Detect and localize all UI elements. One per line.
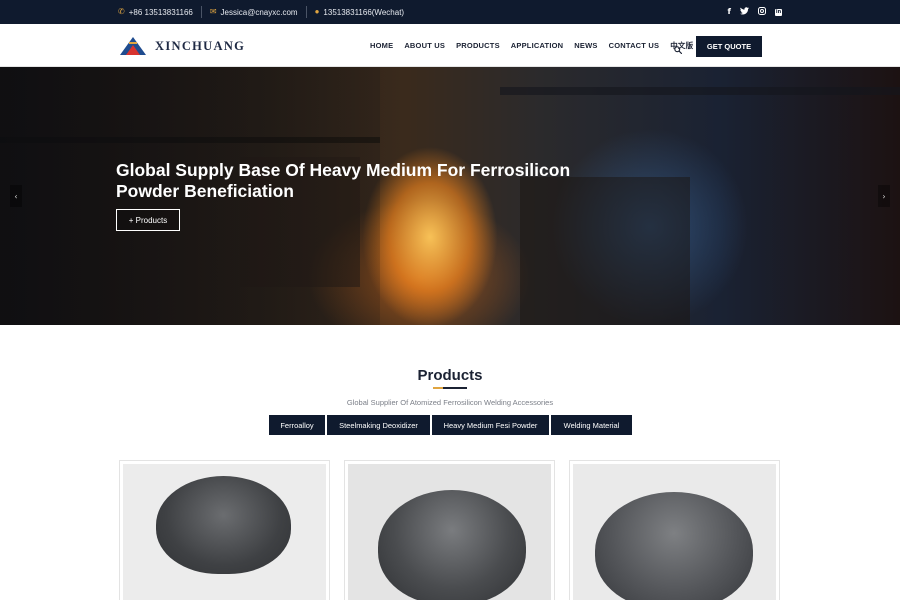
main-nav: HOME ABOUT US PRODUCTS APPLICATION NEWS … bbox=[370, 24, 693, 67]
hero-products-button[interactable]: + Products bbox=[116, 209, 180, 231]
tab-welding-material[interactable]: Welding Material bbox=[551, 415, 632, 435]
product-image bbox=[573, 464, 776, 600]
tab-steelmaking-deoxidizer[interactable]: Steelmaking Deoxidizer bbox=[327, 415, 430, 435]
title-underline-accent bbox=[433, 387, 443, 389]
product-image bbox=[123, 464, 326, 600]
granule-pile bbox=[378, 490, 526, 600]
powder-pile bbox=[156, 476, 291, 574]
product-card[interactable] bbox=[344, 460, 555, 600]
products-section-title: Products bbox=[417, 367, 483, 384]
twitter-icon[interactable] bbox=[740, 7, 749, 17]
tab-heavy-medium-fesi-powder[interactable]: Heavy Medium Fesi Powder bbox=[432, 415, 549, 435]
instagram-icon[interactable] bbox=[758, 7, 766, 17]
title-underline bbox=[433, 387, 467, 389]
logo-mark-icon bbox=[118, 36, 148, 56]
social-links: f in bbox=[728, 0, 782, 24]
granule-pile bbox=[595, 492, 753, 600]
site-header: XINCHUANG HOME ABOUT US PRODUCTS APPLICA… bbox=[0, 24, 900, 67]
wechat-icon: ● bbox=[314, 7, 320, 16]
get-quote-button[interactable]: GET QUOTE bbox=[696, 36, 762, 57]
phone-icon: ✆ bbox=[118, 7, 125, 16]
nav-about-us[interactable]: ABOUT US bbox=[404, 41, 445, 50]
hero-banner: Global Supply Base Of Heavy Medium For F… bbox=[0, 67, 900, 325]
logo[interactable]: XINCHUANG bbox=[118, 36, 245, 56]
nav-contact-us[interactable]: CONTACT US bbox=[609, 41, 660, 50]
brand-name: XINCHUANG bbox=[155, 38, 246, 53]
phone-number: +86 13513831166 bbox=[128, 7, 193, 17]
wechat-id: 13513831166(Wechat) bbox=[323, 7, 405, 17]
carousel-prev-arrow[interactable]: ‹ bbox=[10, 185, 22, 207]
facebook-icon[interactable]: f bbox=[728, 8, 731, 16]
email-contact[interactable]: ✉ Jessica@cnayxc.com bbox=[200, 6, 306, 18]
product-image bbox=[348, 464, 551, 600]
nav-news[interactable]: NEWS bbox=[574, 41, 597, 50]
nav-products[interactable]: PRODUCTS bbox=[456, 41, 500, 50]
search-icon[interactable] bbox=[674, 41, 683, 55]
email-address: Jessica@cnayxc.com bbox=[220, 7, 298, 17]
product-card[interactable] bbox=[569, 460, 780, 600]
mail-icon: ✉ bbox=[209, 7, 217, 16]
hero-title: Global Supply Base Of Heavy Medium For F… bbox=[116, 160, 571, 201]
tab-ferroalloy[interactable]: Ferroalloy bbox=[269, 415, 325, 435]
carousel-next-arrow[interactable]: › bbox=[878, 185, 890, 207]
product-card[interactable] bbox=[119, 460, 330, 600]
phone-contact[interactable]: ✆ +86 13513831166 bbox=[118, 6, 201, 18]
top-bar: ✆ +86 13513831166 ✉ Jessica@cnayxc.com ●… bbox=[0, 0, 900, 24]
product-tabs: Ferroalloy Steelmaking Deoxidizer Heavy … bbox=[269, 415, 632, 435]
wechat-contact[interactable]: ● 13513831166(Wechat) bbox=[305, 6, 413, 18]
nav-home[interactable]: HOME bbox=[370, 41, 393, 50]
nav-application[interactable]: APPLICATION bbox=[511, 41, 563, 50]
products-subtitle: Global Supplier Of Atomized Ferrosilicon… bbox=[346, 398, 554, 407]
hero-crane bbox=[500, 87, 900, 95]
linkedin-icon[interactable]: in bbox=[775, 8, 782, 16]
contact-info: ✆ +86 13513831166 ✉ Jessica@cnayxc.com ●… bbox=[118, 0, 412, 24]
